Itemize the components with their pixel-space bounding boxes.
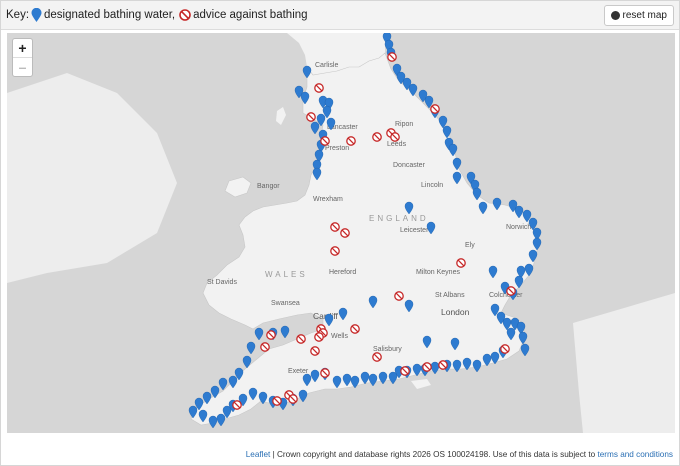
anglesey-landmass <box>224 176 252 198</box>
england-wales-landmass <box>190 52 538 426</box>
key-prefix: Key: <box>6 9 30 21</box>
advice-against-bathing-marker[interactable] <box>346 136 356 146</box>
region-label: ENGLAND <box>369 214 429 223</box>
place-label: Exeter <box>288 368 309 375</box>
ireland-landmass <box>7 73 177 283</box>
advice-against-bathing-marker[interactable] <box>430 104 440 114</box>
advice-against-bathing-marker[interactable] <box>314 332 324 342</box>
advice-against-bathing-marker[interactable] <box>330 246 340 256</box>
advice-against-bathing-marker[interactable] <box>438 360 448 370</box>
place-label: Leicester <box>400 227 429 234</box>
advice-against-bathing-marker[interactable] <box>314 83 324 93</box>
place-label: Wrexham <box>313 196 343 203</box>
place-label: Norwich <box>506 224 531 231</box>
place-label: Lincoln <box>421 182 443 189</box>
leaflet-link[interactable]: Leaflet <box>246 450 271 459</box>
bathing-water-marker[interactable] <box>246 341 256 355</box>
isle-of-wight-landmass <box>411 379 431 389</box>
place-label: Leeds <box>387 141 407 148</box>
advice-against-bathing-marker[interactable] <box>272 396 282 406</box>
map-key: Key: designated bathing water, advice ag… <box>6 7 308 22</box>
place-label: Bangor <box>257 183 280 190</box>
place-label: Hereford <box>329 269 356 276</box>
advice-against-bathing-marker[interactable] <box>387 52 397 62</box>
map-frame: Key: designated bathing water, advice ag… <box>0 0 680 466</box>
advice-against-bathing-marker[interactable] <box>306 112 316 122</box>
place-label: Swansea <box>271 300 300 307</box>
bathing-water-marker[interactable] <box>280 325 290 339</box>
advice-against-bathing-marker[interactable] <box>394 291 404 301</box>
advice-against-bathing-marker[interactable] <box>320 368 330 378</box>
advice-against-bathing-marker[interactable] <box>330 222 340 232</box>
advice-against-bathing-marker[interactable] <box>422 362 432 372</box>
advice-against-bathing-marker[interactable] <box>320 136 330 146</box>
advice-against-bathing-marker[interactable] <box>288 394 298 404</box>
bathing-water-marker[interactable] <box>452 359 462 373</box>
place-label: Salisbury <box>373 346 402 353</box>
bathing-water-marker-icon <box>31 7 42 22</box>
advice-against-bathing-marker[interactable] <box>266 330 276 340</box>
isle-of-man-landmass <box>276 107 286 125</box>
place-label: Doncaster <box>393 162 426 169</box>
place-label: Preston <box>325 145 349 152</box>
bathing-water-marker[interactable] <box>378 371 388 385</box>
zoom-control: + – <box>12 38 33 77</box>
advice-against-bathing-icon <box>179 9 191 21</box>
bathing-water-marker[interactable] <box>368 373 378 387</box>
bathing-water-marker[interactable] <box>254 327 264 341</box>
advice-against-bathing-marker[interactable] <box>232 400 242 410</box>
bathing-water-marker[interactable] <box>388 371 398 385</box>
place-label: Ripon <box>395 121 413 128</box>
advice-against-bathing-marker[interactable] <box>372 352 382 362</box>
advice-against-bathing-marker[interactable] <box>310 346 320 356</box>
place-label: Ely <box>465 242 475 249</box>
place-label: St Albans <box>435 292 465 299</box>
map-attribution: Leaflet | Crown copyright and database r… <box>246 450 673 459</box>
region-label: WALES <box>265 270 308 279</box>
bathing-water-marker[interactable] <box>430 361 440 375</box>
key-advice-label: advice against bathing <box>193 9 308 21</box>
place-label: Milton Keynes <box>416 269 460 276</box>
advice-against-bathing-marker[interactable] <box>456 258 466 268</box>
zoom-in-button[interactable]: + <box>13 39 32 57</box>
advice-against-bathing-marker[interactable] <box>340 228 350 238</box>
reset-map-button[interactable]: reset map <box>603 5 674 26</box>
key-bathing-label: designated bathing water, <box>44 9 176 21</box>
place-label: London <box>441 307 470 317</box>
place-label: Wells <box>331 333 348 340</box>
advice-against-bathing-marker[interactable] <box>500 344 510 354</box>
bathing-water-marker[interactable] <box>208 415 218 429</box>
advice-against-bathing-marker[interactable] <box>400 366 410 376</box>
place-label: Carlisle <box>315 62 338 69</box>
advice-against-bathing-marker[interactable] <box>506 286 516 296</box>
france-landmass <box>573 293 675 433</box>
advice-against-bathing-marker[interactable] <box>372 132 382 142</box>
place-label: Colchester <box>489 292 523 299</box>
advice-against-bathing-marker[interactable] <box>350 324 360 334</box>
bathing-water-marker[interactable] <box>216 413 226 427</box>
reset-map-label: reset map <box>622 10 667 21</box>
place-label: St Davids <box>207 279 237 286</box>
map-view[interactable]: Carlisle Lancaster Preston Ripon Leeds Doncas… <box>7 33 675 433</box>
key-bar: Key: designated bathing water, advice ag… <box>1 1 679 30</box>
bathing-water-marker[interactable] <box>472 359 482 373</box>
bathing-water-marker[interactable] <box>310 121 320 135</box>
terms-link[interactable]: terms and conditions <box>597 450 673 459</box>
bathing-water-marker[interactable] <box>298 389 308 403</box>
globe-icon <box>610 11 620 20</box>
bathing-water-marker[interactable] <box>520 343 530 357</box>
advice-against-bathing-marker[interactable] <box>260 342 270 352</box>
attribution-text: | Crown copyright and database rights 20… <box>270 450 598 459</box>
advice-against-bathing-marker[interactable] <box>390 132 400 142</box>
zoom-out-button[interactable]: – <box>13 57 32 76</box>
advice-against-bathing-marker[interactable] <box>296 334 306 344</box>
